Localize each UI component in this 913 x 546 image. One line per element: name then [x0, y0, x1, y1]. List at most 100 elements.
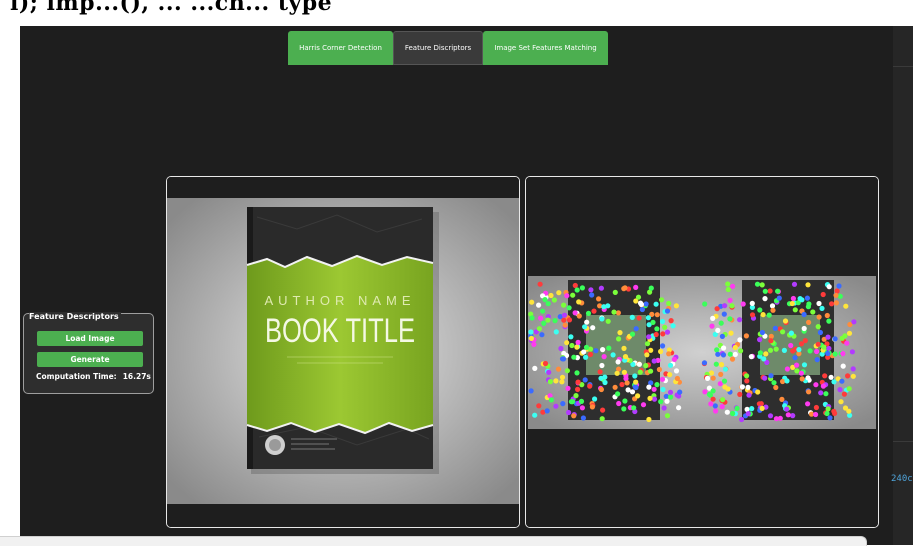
keypoint — [767, 288, 773, 294]
keypoint — [704, 375, 711, 381]
keypoint — [713, 361, 719, 367]
side-divider — [893, 66, 913, 67]
keypoint — [748, 354, 754, 360]
keypoint — [600, 347, 606, 353]
keypoint — [611, 309, 617, 315]
keypoint — [836, 283, 842, 289]
keypoint — [667, 372, 673, 378]
keypoint — [820, 383, 826, 389]
keypoint — [610, 352, 616, 358]
keypoint — [777, 415, 783, 421]
keypoint — [553, 378, 559, 384]
keypoint — [640, 402, 647, 408]
keypoint — [537, 281, 543, 287]
keypoint — [841, 391, 847, 397]
keypoint — [625, 387, 631, 393]
keypoint — [644, 352, 650, 358]
keypoint — [664, 398, 670, 404]
keypoint — [614, 370, 620, 376]
keypoint — [844, 340, 850, 346]
keypoint — [590, 325, 596, 331]
keypoint — [746, 392, 752, 398]
keypoint — [761, 356, 767, 362]
keypoint — [621, 345, 627, 351]
keypoint — [823, 391, 829, 397]
load-image-button[interactable]: Load Image — [37, 331, 143, 346]
keypoint — [846, 408, 852, 414]
keypoint — [773, 346, 779, 352]
input-image-frame[interactable]: AUTHOR NAME BOOK TITLE — [166, 176, 520, 528]
keypoint — [734, 405, 740, 411]
keypoint — [605, 303, 611, 309]
keypoint — [650, 319, 656, 325]
tab-image-set-features-matching[interactable]: Image Set Features Matching — [483, 31, 608, 65]
keypoint — [722, 366, 729, 372]
keypoint — [728, 330, 734, 336]
keypoint — [784, 366, 790, 372]
keypoint — [639, 306, 645, 313]
keypoint — [727, 351, 733, 357]
keypoint — [788, 342, 794, 349]
keypoint — [631, 405, 637, 411]
keypoint — [561, 312, 568, 318]
output-image-frame[interactable] — [525, 176, 879, 528]
keypoint — [796, 347, 802, 353]
top-banner: i); imp...(), ... ...ch... type — [0, 0, 913, 26]
keypoint — [738, 348, 744, 354]
keypoint — [806, 319, 812, 325]
keypoint — [722, 303, 728, 309]
keypoint — [578, 398, 585, 404]
keypoint — [730, 410, 736, 417]
keypoint — [825, 350, 831, 356]
generate-button[interactable]: Generate — [37, 352, 143, 367]
keypoint — [762, 375, 768, 381]
keypoint — [805, 304, 811, 310]
keypoint — [839, 378, 845, 384]
keypoint — [566, 409, 572, 416]
keypoint — [789, 300, 795, 307]
keypoint — [702, 301, 708, 307]
keypoint — [790, 295, 796, 302]
keypoint — [850, 366, 856, 372]
keypoint — [806, 389, 812, 395]
keypoint — [545, 317, 551, 323]
book-author: AUTHOR NAME — [264, 293, 415, 308]
keypoint — [654, 382, 660, 388]
keypoint — [673, 368, 680, 374]
keypoint — [720, 397, 726, 403]
keypoint — [817, 329, 823, 336]
keypoint — [662, 324, 668, 330]
keypoint — [589, 292, 595, 298]
keypoint — [528, 335, 534, 341]
keypoint — [790, 348, 796, 354]
keypoint — [780, 329, 786, 335]
keypoint — [843, 303, 849, 309]
keypoint — [643, 301, 649, 307]
keypoint — [617, 330, 623, 336]
keypoint — [710, 396, 716, 402]
keypoint — [840, 363, 846, 369]
keypoint — [791, 281, 798, 287]
keypoint — [850, 373, 856, 379]
tab-harris-corner-detection[interactable]: Harris Corner Detection — [288, 31, 393, 65]
keypoint — [666, 300, 672, 306]
keypoint — [743, 333, 749, 339]
tab-feature-descriptors[interactable]: Feature Discriptors — [393, 31, 483, 65]
keypoint — [583, 354, 589, 360]
keypoint — [825, 334, 831, 340]
keypoint — [729, 356, 736, 362]
keypoint — [632, 373, 638, 379]
keypoint — [805, 282, 811, 288]
keypoint — [636, 315, 642, 321]
keypoint — [615, 391, 621, 397]
keypoint — [762, 288, 768, 294]
keypoint — [832, 410, 838, 416]
keypoint — [826, 318, 832, 324]
keypoint — [840, 351, 846, 357]
keypoint — [839, 335, 845, 341]
keypoint — [810, 309, 816, 315]
keypoint — [653, 331, 659, 338]
keypoint — [583, 344, 590, 350]
keypoint — [814, 348, 820, 355]
keypoint — [659, 297, 665, 303]
